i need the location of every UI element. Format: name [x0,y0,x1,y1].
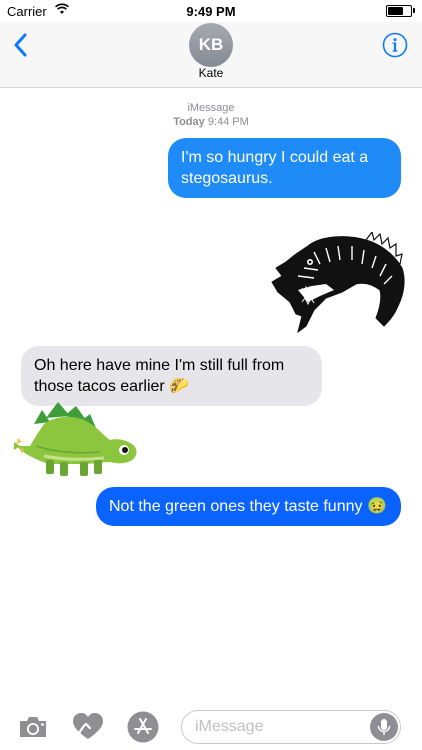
outgoing-message-bubble[interactable]: Not the green ones they taste funny 🤢 [96,487,401,526]
camera-icon[interactable] [18,714,48,740]
incoming-message-bubble[interactable]: Oh here have mine I'm still full from th… [21,346,322,406]
microphone-icon[interactable] [370,713,398,741]
battery-level [388,7,403,15]
digital-touch-heart-icon[interactable] [72,713,104,741]
chevron-left-icon[interactable] [10,32,34,58]
info-icon[interactable] [382,32,408,58]
outgoing-message-bubble[interactable]: I'm so hungry I could eat a stegosaurus. [168,138,401,198]
message-input-bar [0,700,422,750]
timestamp-time: 9:44 PM [207,116,249,128]
contact-name[interactable]: Kate [0,66,422,80]
service-label: iMessage [187,102,235,114]
battery-icon [386,5,412,17]
timestamp: Today 9:44 PM [0,115,422,129]
conversation-header: KB Kate [0,22,422,88]
battery-tip [413,8,415,13]
t-rex-sketch-sticker[interactable] [268,232,408,336]
contact-avatar[interactable]: KB [189,23,233,67]
app-store-icon[interactable] [127,711,159,743]
status-time: 9:49 PM [186,4,236,19]
green-stegosaurus-sticker[interactable] [14,402,142,482]
status-bar: Carrier 9:49 PM [0,0,422,22]
message-input[interactable] [181,710,401,744]
timestamp-day: Today [173,116,205,128]
thread-timestamp: iMessage Today 9:44 PM [0,101,422,129]
